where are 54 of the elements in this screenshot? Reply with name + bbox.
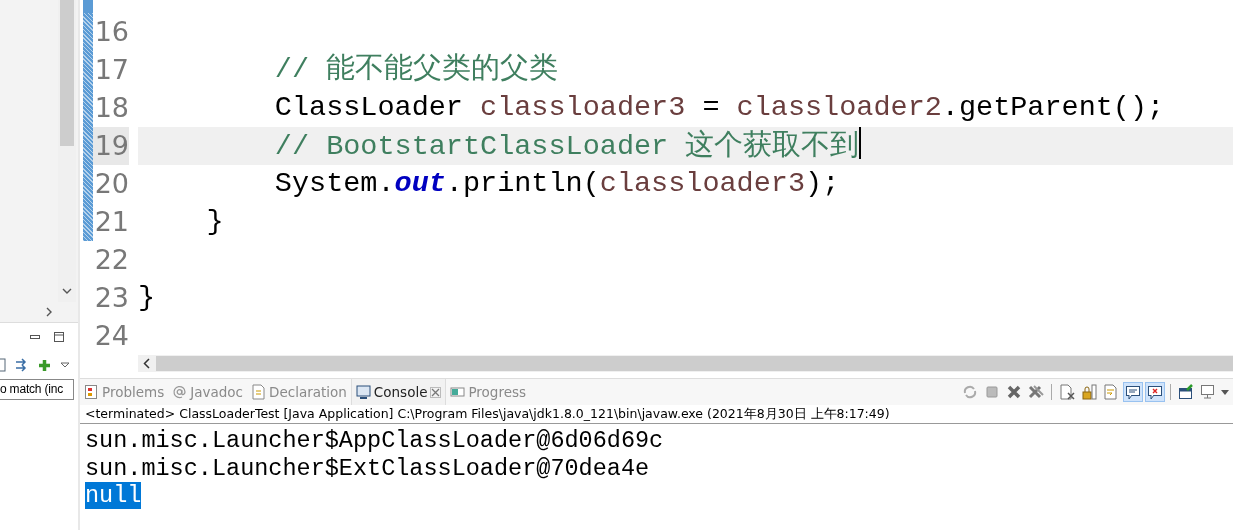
code-line: } — [138, 280, 156, 316]
at-sign-icon — [172, 384, 188, 400]
line-number: 23 — [93, 281, 129, 315]
dropdown-icon[interactable] — [60, 362, 70, 368]
panel-tab[interactable]: Declaration — [247, 379, 351, 405]
panel-tab[interactable]: Progress — [446, 379, 531, 405]
line-number: 18 — [93, 91, 129, 125]
code-comment: // BootstartClassLoader 这个获取不到 — [138, 127, 862, 165]
code-line: } — [205, 204, 224, 240]
lock-icon[interactable] — [1081, 384, 1097, 400]
horizontal-scrollbar[interactable] — [138, 355, 1233, 372]
add-icon[interactable] — [38, 358, 51, 372]
line-number: 17 — [93, 53, 129, 87]
console-output: null — [85, 482, 142, 509]
console-header: <terminated> ClassLoaderTest [Java Application] C:\Program Files\java\jdk1.8.0_121\bin\javaw.exe (2021年8月30日 上午8:17:49) — [80, 405, 1233, 424]
line-number: 19 — [93, 127, 129, 165]
speech-bubble-icon — [1147, 384, 1163, 400]
filter-field[interactable]: o match (inc — [0, 379, 74, 400]
monitor-icon[interactable] — [1200, 384, 1216, 400]
speech-bubble-icon — [1125, 384, 1141, 400]
arrows-icon[interactable] — [15, 358, 29, 372]
document-icon — [251, 384, 266, 400]
clear-icon[interactable] — [1059, 384, 1075, 400]
close-icon[interactable] — [430, 386, 442, 398]
toggle-button[interactable] — [1146, 383, 1164, 401]
console-output: sun.misc.Launcher$ExtClassLoader@70dea4e — [85, 454, 650, 482]
list-icon — [84, 384, 99, 400]
line-number: 20 — [93, 167, 129, 201]
remove-icon[interactable] — [1006, 384, 1022, 400]
console-output: sun.misc.Launcher$AppClassLoader@6d06d69c — [85, 427, 664, 454]
panel-tab[interactable]: Problems — [80, 379, 169, 405]
code-line: System.out.println(classloader3); — [273, 166, 840, 202]
text-cursor — [859, 127, 862, 159]
scroll-left-icon[interactable] — [143, 358, 150, 369]
filter-text: o match (inc — [0, 382, 63, 396]
line-number: 22 — [93, 243, 129, 277]
remove-all-icon[interactable] — [1028, 384, 1044, 400]
line-number: 16 — [93, 15, 129, 49]
dropdown-icon[interactable] — [1221, 389, 1229, 395]
code-comment: // 能不能父类的父类 — [273, 52, 559, 88]
toggle-button[interactable] — [1124, 383, 1142, 401]
document-icon[interactable] — [1103, 384, 1119, 400]
minimize-icon[interactable] — [30, 334, 40, 340]
monitor-icon — [355, 384, 371, 400]
code-line: ClassLoader classloader3 = classloader2.getParent(); — [273, 90, 1165, 126]
line-number: 21 — [93, 205, 129, 239]
scroll-right-icon[interactable] — [46, 307, 52, 317]
panel-tab[interactable]: Javadoc — [168, 379, 247, 405]
panel-tab[interactable]: Console — [350, 379, 447, 405]
pin-icon[interactable] — [1178, 384, 1194, 400]
maximize-icon[interactable] — [54, 332, 64, 342]
scroll-down-icon[interactable] — [62, 288, 72, 294]
line-number: 24 — [93, 319, 129, 353]
progress-icon — [450, 384, 466, 400]
